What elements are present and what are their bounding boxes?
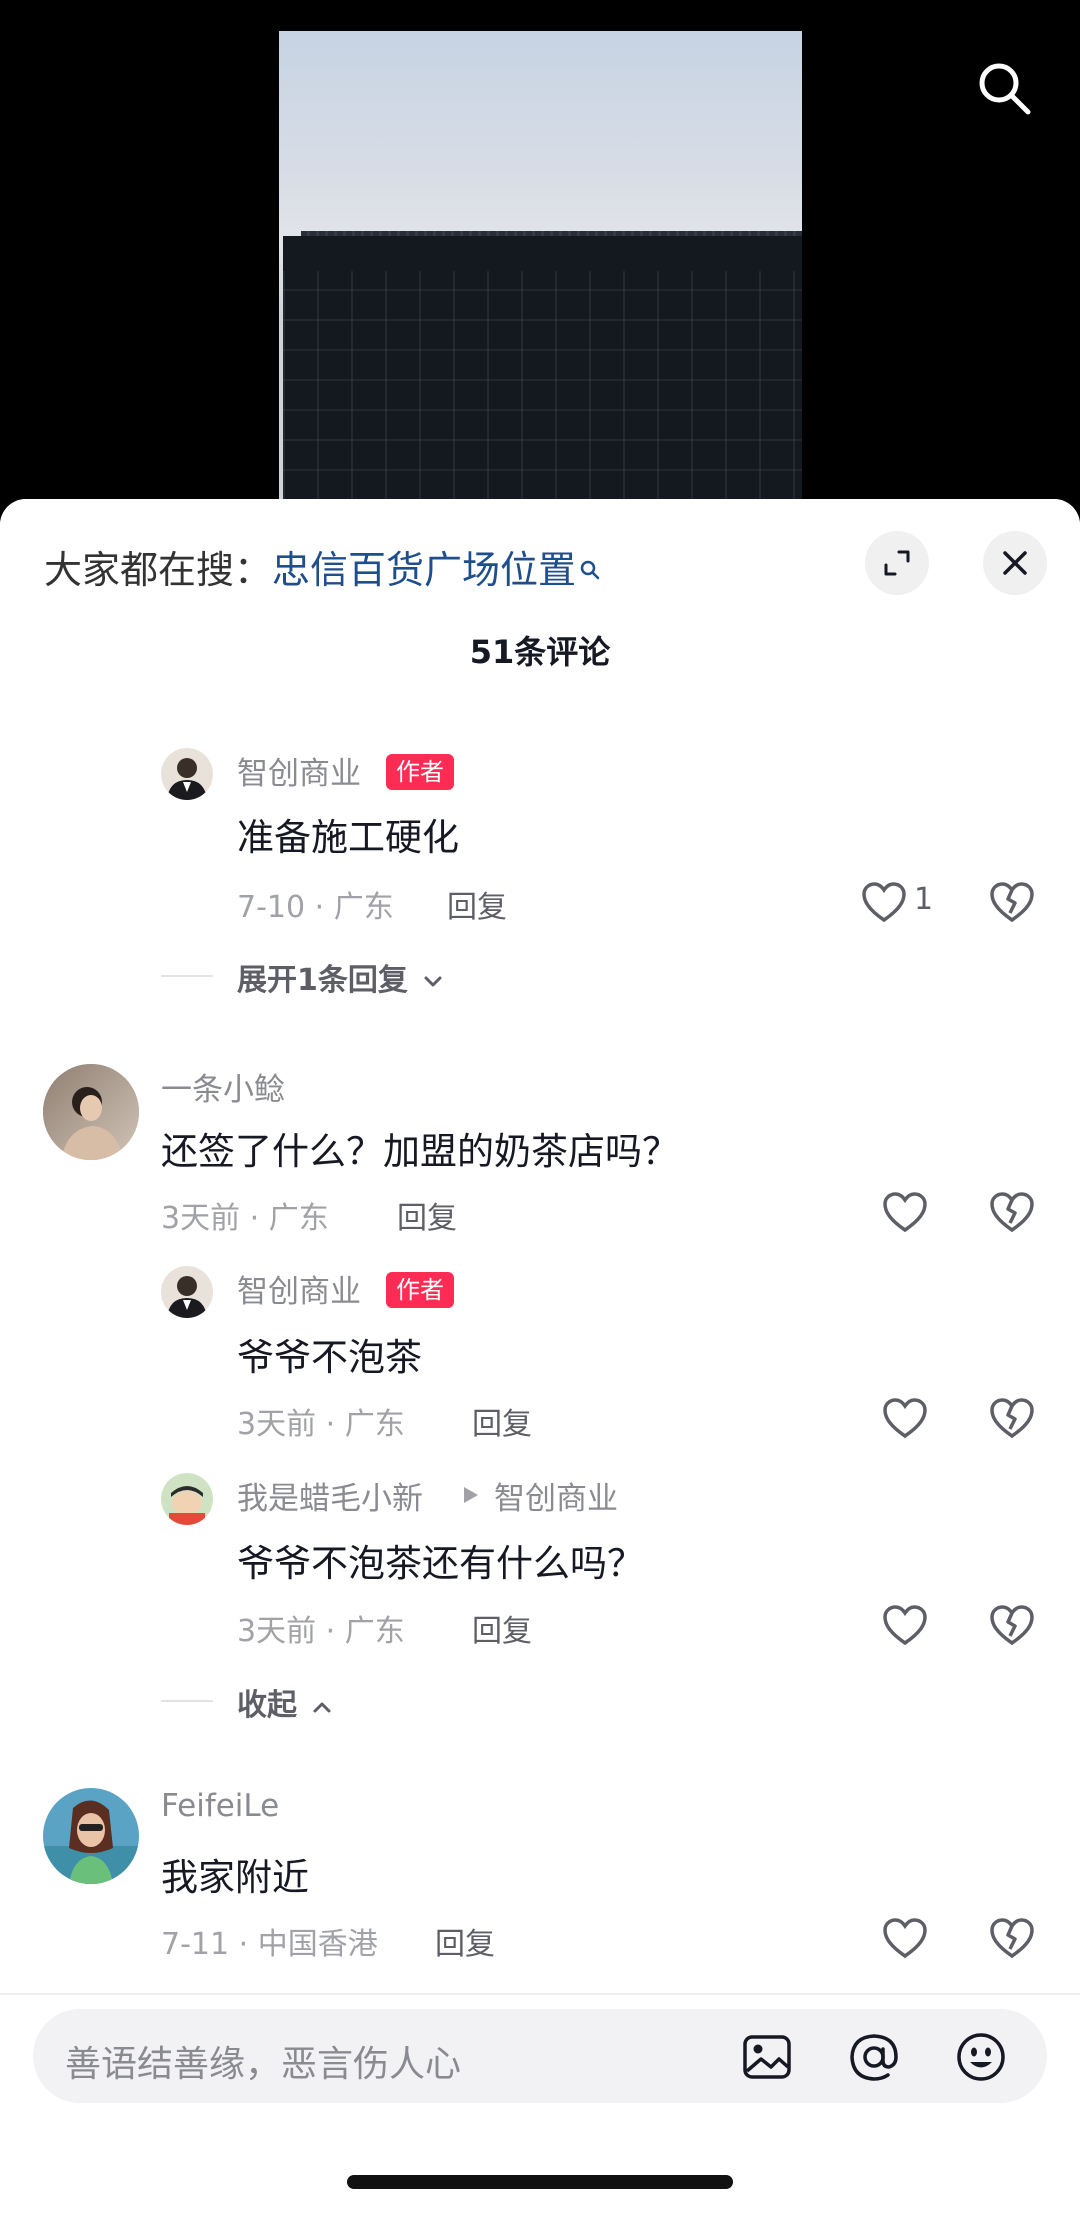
trending-query[interactable]: 忠信百货广场位置 <box>272 548 576 592</box>
comment-text[interactable]: 还签了什么？加盟的奶茶店吗？ <box>161 1121 679 1175</box>
collapse-replies-button[interactable]: 收起 <box>237 1680 333 1724</box>
expand-replies-button[interactable]: 展开1条回复 <box>237 955 444 999</box>
reply-button[interactable]: 回复 <box>472 1606 532 1650</box>
avatar[interactable] <box>161 1266 213 1318</box>
expand-icon <box>884 550 910 576</box>
comment-meta: 7-10 · 广东 <box>237 890 394 925</box>
comment-meta: 3天前 · 广东 <box>161 1201 329 1236</box>
trending-prefix: 大家都在搜： <box>44 548 273 592</box>
at-icon[interactable] <box>848 2031 900 2083</box>
app-screen: 大家都在搜：忠信百货广场位置 51条评论 智创商业 作者 准备施工硬化 7-10… <box>0 0 1080 2214</box>
comment-author[interactable]: 智创商业 <box>237 748 361 793</box>
image-icon[interactable] <box>741 2031 793 2083</box>
expand-replies-label: 展开1条回复 <box>237 963 408 998</box>
video-preview[interactable] <box>279 31 802 501</box>
search-icon[interactable] <box>972 56 1036 120</box>
like-icon[interactable] <box>860 879 908 927</box>
comment-input-bar: 善语结善缘，恶言伤人心 <box>0 1993 1080 2214</box>
trending-search[interactable]: 大家都在搜：忠信百货广场位置 <box>44 539 600 594</box>
avatar[interactable] <box>43 1064 139 1160</box>
dislike-icon[interactable] <box>988 1602 1036 1650</box>
close-button[interactable] <box>983 531 1047 595</box>
close-icon <box>1003 551 1027 575</box>
avatar[interactable] <box>161 748 213 800</box>
expand-button[interactable] <box>865 531 929 595</box>
comment-author[interactable]: 一条小鲶 <box>161 1064 285 1109</box>
comment-text[interactable]: 我家附近 <box>161 1847 309 1901</box>
like-icon[interactable] <box>881 1915 929 1963</box>
comment-sheet: 大家都在搜：忠信百货广场位置 51条评论 智创商业 作者 准备施工硬化 7-10… <box>0 499 1080 2214</box>
like-icon[interactable] <box>881 1189 929 1237</box>
chevron-up-icon <box>313 1702 331 1712</box>
home-indicator <box>347 2175 733 2189</box>
reply-button[interactable]: 回复 <box>397 1193 457 1237</box>
avatar[interactable] <box>43 1788 139 1884</box>
comment-count: 51条评论 <box>469 633 611 671</box>
dislike-icon[interactable] <box>988 1395 1036 1443</box>
building-scaffold <box>283 271 802 501</box>
dislike-icon[interactable] <box>988 1915 1036 1963</box>
emoji-icon[interactable] <box>955 2031 1007 2083</box>
dislike-icon[interactable] <box>988 1189 1036 1237</box>
input-placeholder: 善语结善缘，恶言伤人心 <box>65 2044 462 2085</box>
dislike-icon[interactable] <box>988 879 1036 927</box>
comment-input[interactable]: 善语结善缘，恶言伤人心 <box>33 2009 1047 2103</box>
reply-button[interactable]: 回复 <box>447 882 507 926</box>
reply-to-arrow-icon <box>462 1485 480 1505</box>
search-small-icon <box>580 545 600 589</box>
like-icon[interactable] <box>881 1395 929 1443</box>
comment-text[interactable]: 爷爷不泡茶还有什么吗？ <box>237 1533 644 1587</box>
toggle-divider <box>161 1700 213 1702</box>
chevron-down-icon <box>424 976 442 986</box>
comment-meta: 7-11 · 中国香港 <box>161 1927 378 1962</box>
comment-text[interactable]: 爷爷不泡茶 <box>237 1327 422 1381</box>
author-badge: 作者 <box>386 754 454 790</box>
input-divider <box>0 1993 1080 1995</box>
author-badge: 作者 <box>386 1272 454 1308</box>
reply-button[interactable]: 回复 <box>435 1919 495 1963</box>
like-count: 1 <box>914 882 934 917</box>
comment-author[interactable]: 我是蜡毛小新 <box>237 1473 423 1518</box>
avatar[interactable] <box>161 1473 213 1525</box>
comment-author[interactable]: 智创商业 <box>237 1266 361 1311</box>
like-icon[interactable] <box>881 1602 929 1650</box>
comment-meta: 3天前 · 广东 <box>237 1614 405 1649</box>
comment-list[interactable]: 智创商业 作者 准备施工硬化 7-10 · 广东 回复 1 展开1条回复 一条小… <box>0 679 1080 1999</box>
reply-to-author[interactable]: 智创商业 <box>494 1473 618 1518</box>
reply-button[interactable]: 回复 <box>472 1399 532 1443</box>
sheet-header: 大家都在搜：忠信百货广场位置 51条评论 <box>0 499 1080 699</box>
comment-author[interactable]: FeifeiLe <box>161 1788 279 1824</box>
collapse-replies-label: 收起 <box>237 1688 297 1723</box>
comment-text[interactable]: 准备施工硬化 <box>237 807 459 861</box>
comment-meta: 3天前 · 广东 <box>237 1407 405 1442</box>
toggle-divider <box>161 975 213 977</box>
